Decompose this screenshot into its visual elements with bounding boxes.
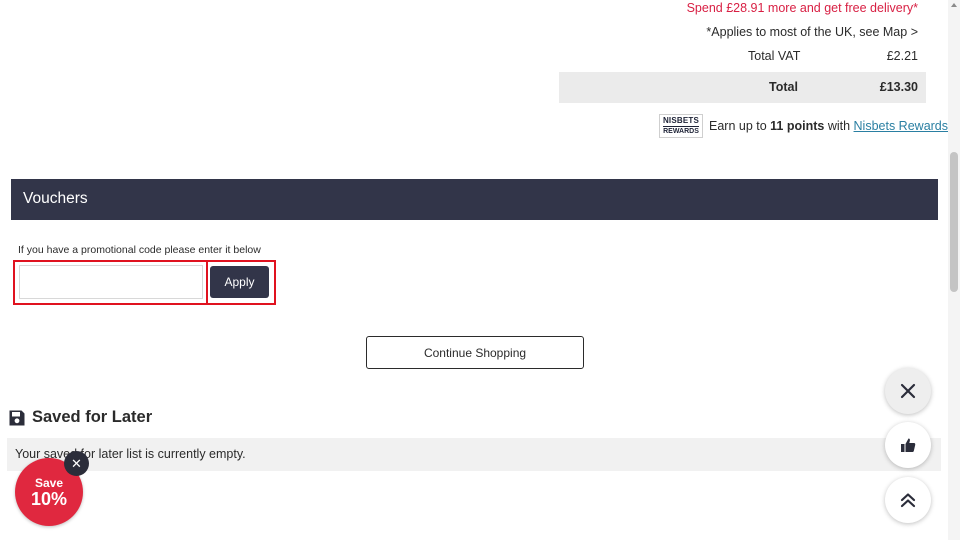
continue-shopping-button[interactable]: Continue Shopping bbox=[366, 336, 584, 369]
promo-code-hint: If you have a promotional code please en… bbox=[18, 244, 261, 256]
vouchers-title: Vouchers bbox=[23, 190, 88, 207]
rewards-logo-line1: NISBETS bbox=[662, 116, 700, 127]
earn-prefix: Earn up to bbox=[709, 119, 771, 133]
nisbets-rewards-logo: NISBETS REWARDS bbox=[659, 114, 703, 138]
scrollbar-thumb[interactable] bbox=[950, 152, 958, 292]
vat-label: Total VAT bbox=[748, 49, 801, 63]
earn-points: 11 points bbox=[770, 119, 825, 133]
close-widget-button[interactable] bbox=[885, 368, 931, 414]
badge-close-icon[interactable]: ✕ bbox=[64, 451, 89, 476]
save-badge-percent: 10% bbox=[30, 488, 68, 509]
delivery-map-link[interactable]: *Applies to most of the UK, see Map > bbox=[706, 25, 918, 39]
total-value: £13.30 bbox=[879, 80, 918, 94]
total-row bbox=[559, 72, 926, 103]
free-delivery-message: Spend £28.91 more and get free delivery* bbox=[686, 1, 918, 15]
promo-code-input[interactable] bbox=[19, 265, 203, 299]
earn-middle: with bbox=[824, 119, 854, 133]
save-badge-line1: Save bbox=[34, 475, 64, 490]
rewards-logo-line2: REWARDS bbox=[663, 128, 699, 135]
total-label: Total bbox=[769, 80, 798, 94]
floppy-disk-icon bbox=[9, 410, 25, 426]
scroll-to-top-button[interactable] bbox=[885, 477, 931, 523]
thumbs-up-icon bbox=[901, 438, 916, 452]
scroll-up-arrow-icon[interactable] bbox=[951, 2, 957, 8]
vouchers-header bbox=[11, 179, 938, 220]
apply-button[interactable]: Apply bbox=[210, 266, 269, 298]
nisbets-rewards-link[interactable]: Nisbets Rewards bbox=[854, 119, 948, 133]
vat-value: £2.21 bbox=[886, 49, 918, 63]
double-chevron-up-icon bbox=[900, 493, 916, 508]
feedback-button[interactable] bbox=[885, 422, 931, 468]
close-icon bbox=[900, 383, 916, 399]
saved-for-later-title: Saved for Later bbox=[32, 408, 153, 426]
rewards-earn-text: Earn up to 11 points with Nisbets Reward… bbox=[709, 119, 948, 133]
